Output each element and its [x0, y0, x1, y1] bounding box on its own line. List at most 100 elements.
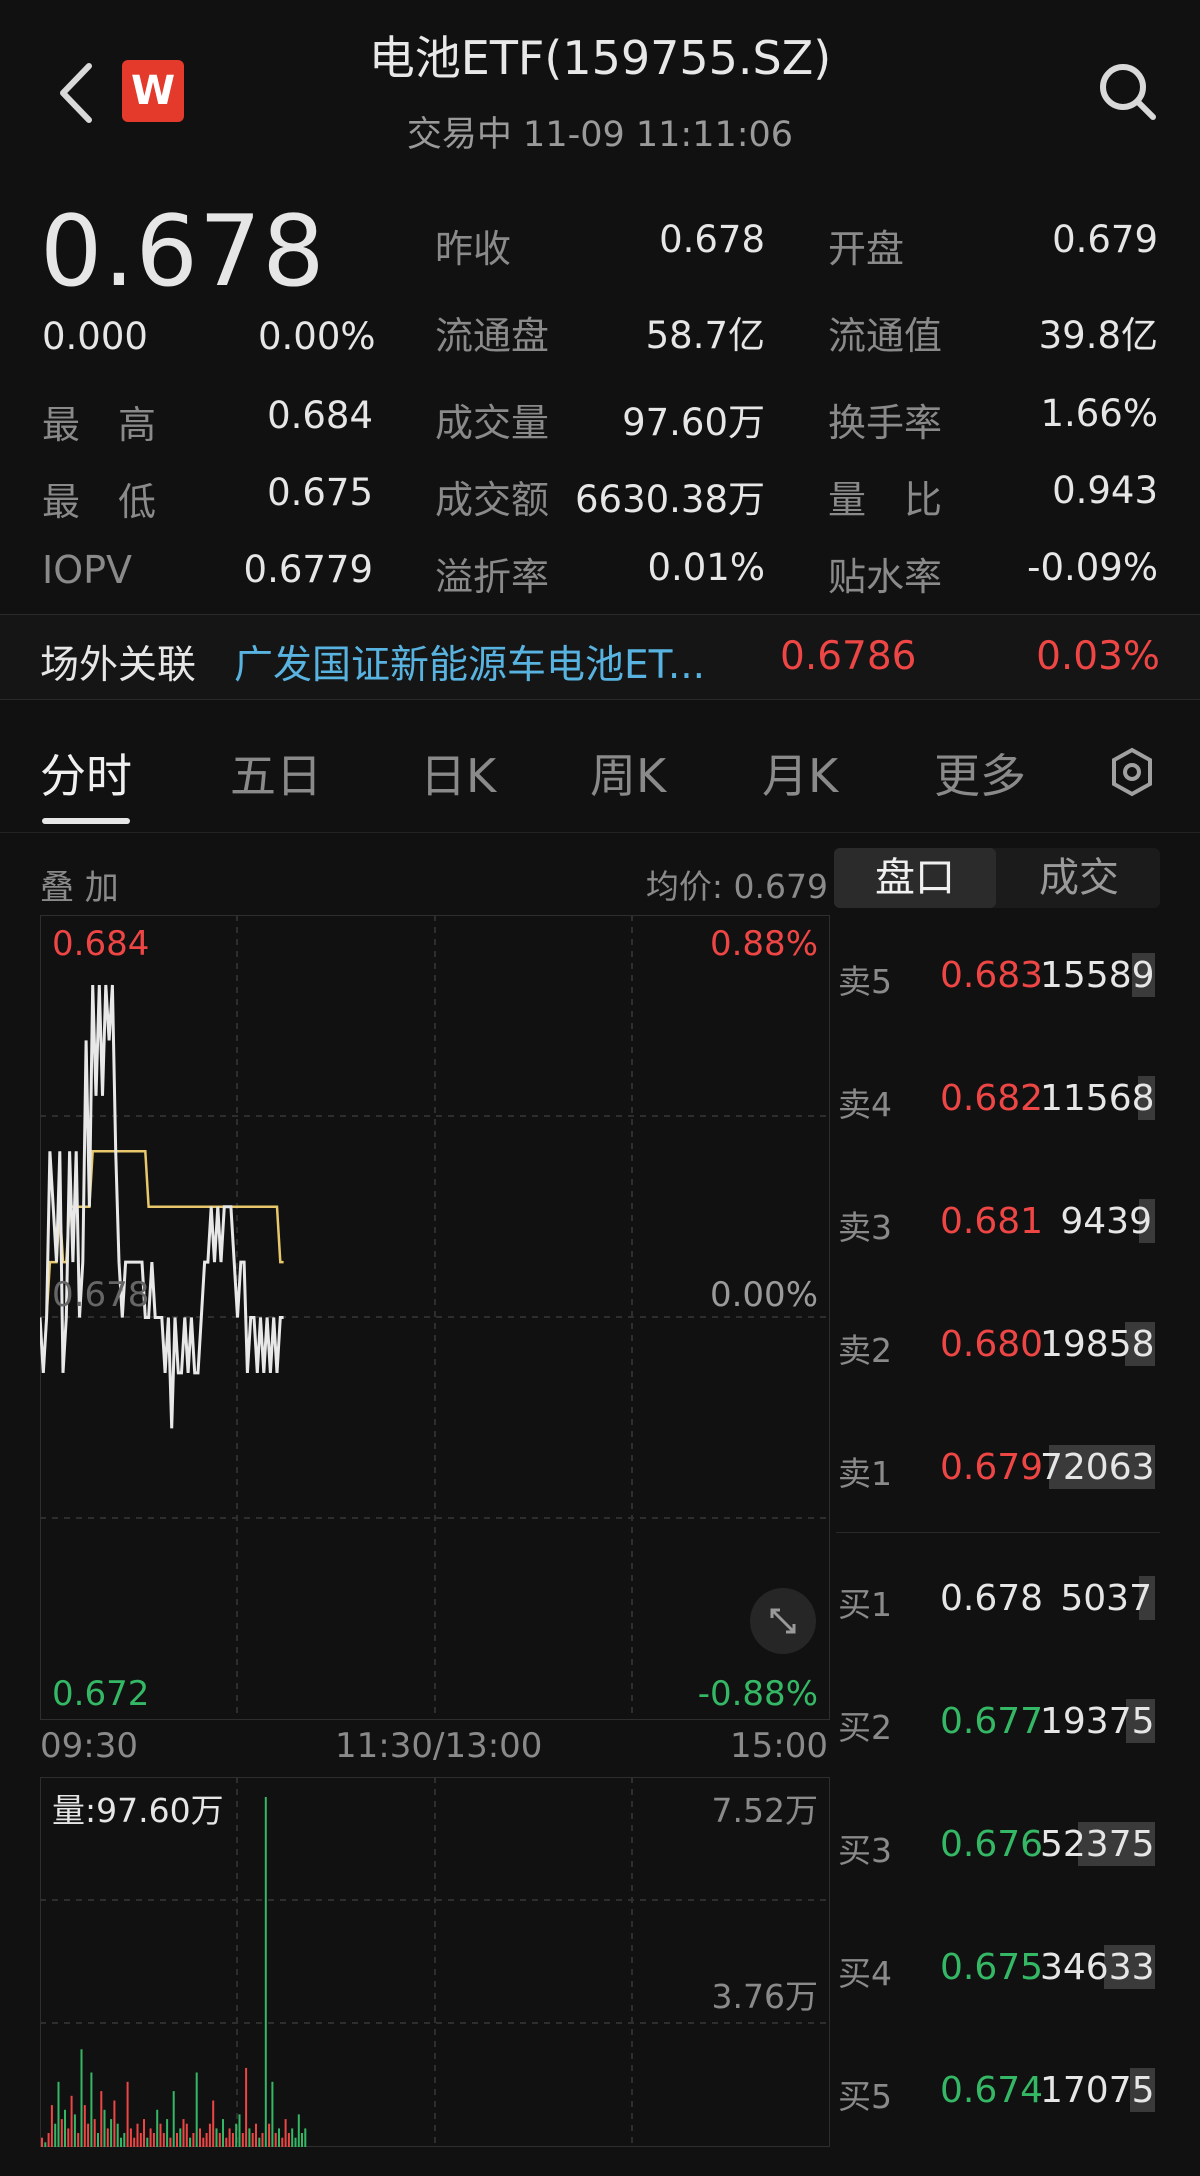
- ask-volume: 72063: [1040, 1447, 1155, 1488]
- volume-bar: [222, 2119, 224, 2147]
- volume-bar: [182, 2119, 185, 2147]
- volume-bar: [192, 2133, 195, 2147]
- discount-rate-label: 贴水率: [828, 555, 943, 599]
- ask-volume: 11568: [1040, 1078, 1155, 1119]
- intraday-price-chart[interactable]: [40, 915, 830, 1720]
- ask-volume: 15589: [1040, 955, 1155, 996]
- volume-ratio-value: 0.943: [1052, 469, 1158, 512]
- volume-label: 成交量: [435, 401, 550, 445]
- ask-price: 0.679: [940, 1447, 1044, 1488]
- y-axis-mid-label: 0.678: [52, 1275, 150, 1315]
- divider: [0, 832, 1200, 833]
- bid-price: 0.677: [940, 1701, 1044, 1742]
- settings-icon[interactable]: [1108, 746, 1156, 798]
- bid-volume: 5037: [1060, 1578, 1152, 1619]
- y-axis-max-label: 0.684: [52, 924, 150, 964]
- volume-bar: [172, 2091, 175, 2147]
- volume-value: 97.60万: [622, 401, 765, 444]
- volume-bar: [126, 2081, 129, 2147]
- volume-axis-max-label: 7.52万: [711, 1791, 818, 1830]
- prev-close-value: 0.678: [659, 218, 765, 261]
- volume-bar: [106, 2128, 109, 2147]
- volume-bar: [179, 2128, 182, 2147]
- volume-bar: [47, 2133, 50, 2147]
- current-price: 0.678: [40, 195, 326, 309]
- volume-bar: [116, 2123, 119, 2147]
- volume-bar: [202, 2137, 205, 2147]
- volume-bar: [50, 2105, 53, 2147]
- offsite-fund-link[interactable]: 广发国证新能源车电池ET...: [234, 634, 754, 690]
- volume-bar: [251, 2133, 254, 2147]
- tab-trades[interactable]: 成交: [998, 848, 1160, 908]
- x-axis-label-open: 09:30: [40, 1726, 138, 1766]
- volume-axis-mid-label: 3.76万: [711, 1977, 818, 2016]
- volume-bar: [146, 2137, 149, 2147]
- tab-more[interactable]: 更多: [934, 740, 1026, 806]
- volume-bar: [255, 2123, 257, 2147]
- ask-level-label: 卖4: [838, 1085, 892, 1124]
- volume-bar: [284, 2119, 287, 2147]
- volume-bar: [195, 2072, 198, 2147]
- bid-volume: 34633: [1040, 1947, 1155, 1988]
- trading-status: 交易中 11-09 11:11:06: [406, 115, 794, 155]
- bid-level-label: 买1: [838, 1585, 892, 1624]
- turnover-amount-label: 成交额: [435, 478, 550, 522]
- volume-bar: [103, 2109, 106, 2147]
- price-change: 0.000: [42, 315, 148, 358]
- volume-bar: [159, 2123, 162, 2147]
- volume-bar: [281, 2137, 284, 2147]
- volume-ratio-label: 量 比: [828, 478, 943, 522]
- tab-orderbook[interactable]: 盘口: [834, 848, 996, 908]
- volume-bar: [215, 2128, 218, 2147]
- volume-bar: [185, 2123, 188, 2147]
- open-label: 开盘: [828, 227, 905, 271]
- ask-level-label: 卖5: [838, 962, 892, 1001]
- volume-bar: [41, 2137, 43, 2147]
- volume-bar: [208, 2123, 211, 2147]
- back-arrow-icon[interactable]: [55, 58, 99, 128]
- volume-bar: [287, 2133, 290, 2147]
- tab-daily-k[interactable]: 日K: [420, 740, 496, 806]
- page-title: 电池ETF(159755.SZ): [368, 31, 832, 85]
- volume-bar: [231, 2133, 234, 2147]
- tab-five-day[interactable]: 五日: [230, 740, 322, 806]
- overlay-button[interactable]: 叠 加: [40, 860, 119, 909]
- ask-price: 0.680: [940, 1324, 1044, 1365]
- volume-bar: [54, 2123, 57, 2147]
- volume-bar: [136, 2123, 139, 2147]
- volume-bar: [143, 2119, 145, 2147]
- volume-bar: [60, 2119, 63, 2147]
- premium-rate-value: 0.01%: [647, 546, 765, 589]
- volume-bar: [120, 2137, 122, 2147]
- volume-bar: [294, 2137, 297, 2147]
- bid-volume: 17075: [1040, 2070, 1155, 2111]
- discount-rate-value: -0.09%: [1027, 546, 1158, 589]
- pct-axis-min-label: -0.88%: [697, 1674, 818, 1714]
- volume-bar: [162, 2133, 165, 2147]
- ask-level-label: 卖2: [838, 1331, 892, 1370]
- tab-weekly-k[interactable]: 周K: [590, 740, 666, 806]
- bid-price: 0.675: [940, 1947, 1044, 1988]
- volume-bar: [205, 2133, 208, 2147]
- volume-bar: [169, 2137, 172, 2147]
- volume-bar: [139, 2133, 142, 2147]
- volume-bar: [93, 2119, 96, 2147]
- tab-monthly-k[interactable]: 月K: [762, 740, 838, 806]
- volume-bar: [129, 2128, 132, 2147]
- volume-bar: [245, 2067, 248, 2147]
- float-cap-label: 流通值: [828, 314, 943, 358]
- volume-bar: [64, 2109, 66, 2147]
- volume-bar: [152, 2133, 155, 2147]
- bid-volume: 52375: [1040, 1824, 1155, 1865]
- bid-level-label: 买5: [838, 2077, 892, 2116]
- expand-chart-button[interactable]: [750, 1588, 816, 1654]
- search-icon[interactable]: [1095, 56, 1159, 126]
- high-value: 0.684: [267, 394, 373, 437]
- volume-chart[interactable]: [40, 1777, 830, 2147]
- volume-bar: [176, 2133, 178, 2147]
- tab-intraday[interactable]: 分时: [40, 740, 132, 806]
- x-axis-label-close: 15:00: [730, 1726, 828, 1766]
- volume-bar: [113, 2100, 116, 2147]
- bid-level-label: 买3: [838, 1831, 892, 1870]
- volume-bar: [156, 2109, 159, 2147]
